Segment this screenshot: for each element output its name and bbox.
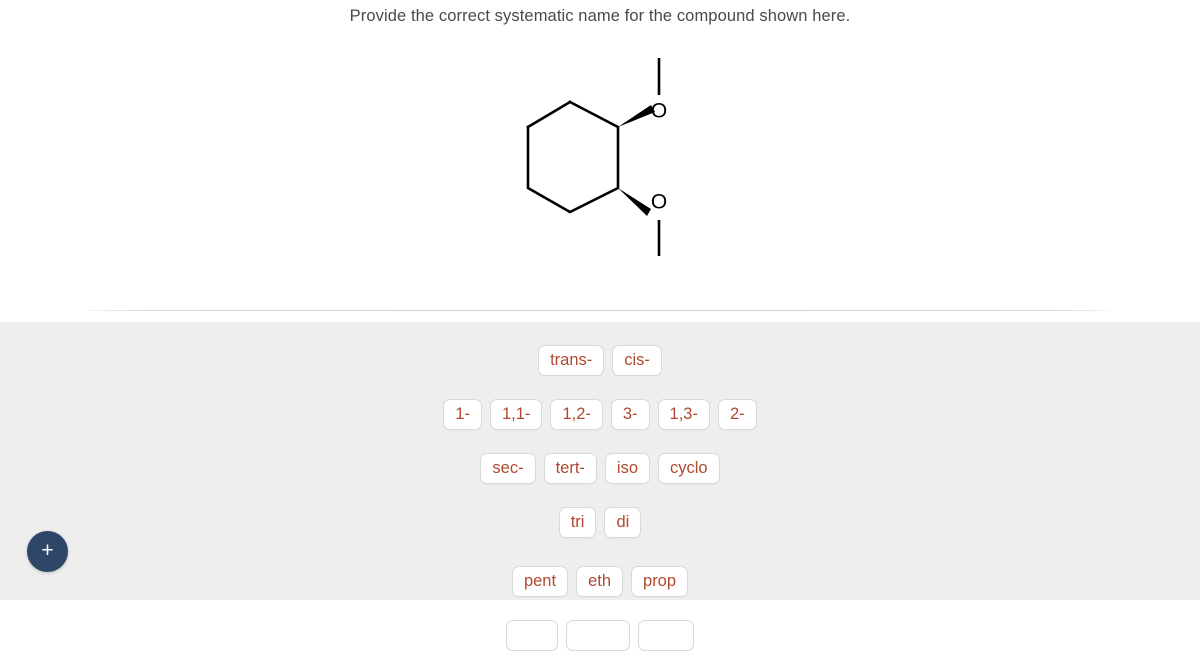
- token-button-3[interactable]: 3-: [610, 399, 650, 430]
- token-button-1-2[interactable]: 1,2-: [550, 399, 603, 430]
- token-row: tri di: [0, 507, 1200, 538]
- token-button-eth[interactable]: eth: [576, 566, 624, 597]
- molecule-structure-figure: O O: [500, 40, 720, 270]
- token-button-1-1[interactable]: 1,1-: [490, 399, 543, 430]
- token-button-clipped-2[interactable]: [566, 620, 630, 651]
- token-row-clipped: [0, 620, 1200, 651]
- token-row: sec- tert- iso cyclo: [0, 453, 1200, 484]
- oxygen-label-lower: O: [651, 191, 667, 214]
- token-button-trans[interactable]: trans-: [538, 345, 605, 376]
- molecule-svg: O O: [526, 58, 667, 256]
- token-row: trans- cis-: [0, 345, 1200, 376]
- answer-bank: trans- cis- 1- 1,1- 1,2- 3- 1,3- 2- sec-…: [0, 322, 1200, 651]
- token-button-1[interactable]: 1-: [443, 399, 482, 430]
- wedge-bond-upper: [618, 105, 655, 127]
- question-prompt: Provide the correct systematic name for …: [349, 7, 851, 25]
- token-row: 1- 1,1- 1,2- 3- 1,3- 2-: [0, 399, 1200, 430]
- token-button-2[interactable]: 2-: [717, 399, 757, 430]
- question-panel: Provide the correct systematic name for …: [0, 0, 1200, 322]
- oxygen-label-upper: O: [651, 100, 667, 123]
- token-row: pent eth prop: [0, 566, 1200, 597]
- token-button-sec[interactable]: sec-: [480, 453, 536, 484]
- panel-divider: [90, 310, 1110, 311]
- plus-icon: +: [41, 539, 54, 562]
- token-button-iso[interactable]: iso: [604, 453, 650, 484]
- token-button-cyclo[interactable]: cyclo: [658, 453, 720, 484]
- token-button-clipped-3[interactable]: [638, 620, 694, 651]
- token-button-tri[interactable]: tri: [558, 507, 597, 538]
- wedge-bond-lower: [618, 188, 651, 216]
- token-button-1-3[interactable]: 1,3-: [657, 399, 710, 430]
- token-button-cis[interactable]: cis-: [612, 345, 662, 376]
- ring-bond-closing: [526, 100, 572, 129]
- token-button-clipped-1[interactable]: [506, 620, 558, 651]
- token-button-pent[interactable]: pent: [511, 566, 569, 597]
- token-button-prop[interactable]: prop: [631, 566, 689, 597]
- token-button-tert[interactable]: tert-: [543, 453, 597, 484]
- add-button[interactable]: +: [27, 531, 68, 572]
- token-button-di[interactable]: di: [604, 507, 642, 538]
